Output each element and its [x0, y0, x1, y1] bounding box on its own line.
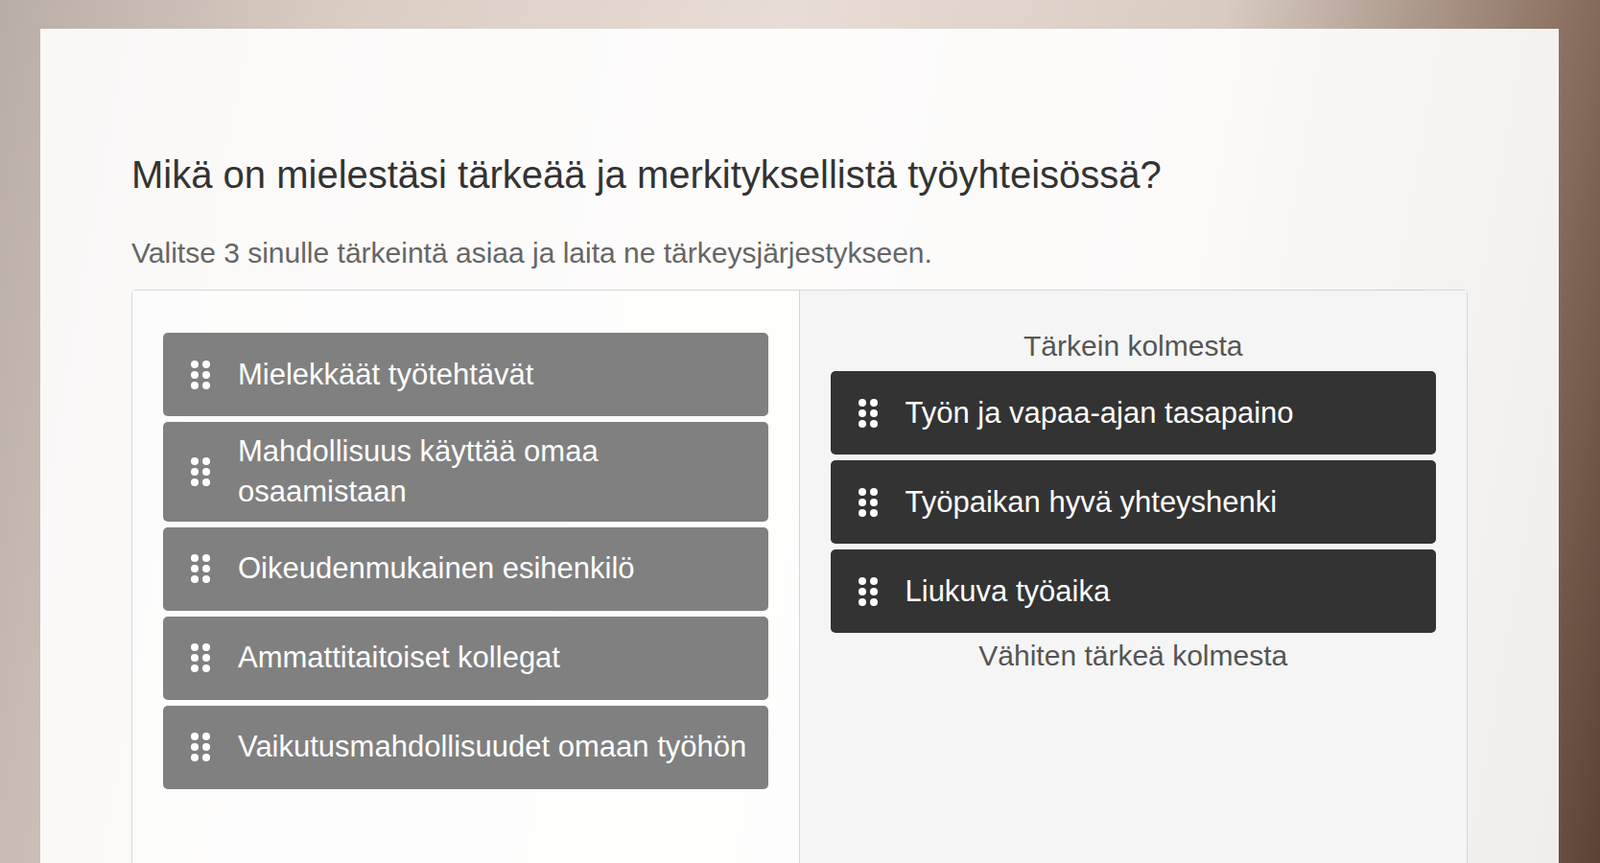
option-label: Vaikutusmahdollisuudet omaan työhön	[237, 727, 747, 768]
bottom-label: Vähiten tärkeä kolmesta	[830, 638, 1437, 674]
background-photo: Mikä on mielestäsi tärkeää ja merkitykse…	[0, 0, 1600, 863]
drag-handle-icon[interactable]	[189, 553, 212, 585]
ranking-widget: Mielekkäät työtehtävät Mahdollisuus käytt…	[131, 289, 1468, 863]
drag-handle-icon[interactable]	[857, 398, 879, 429]
drag-handle-icon[interactable]	[189, 359, 212, 391]
option-label: Liukuva työaika	[905, 571, 1111, 612]
drag-handle-icon[interactable]	[189, 456, 212, 488]
option-item[interactable]: Liukuva työaika	[830, 549, 1437, 634]
option-label: Oikeudenmukainen esihenkilö	[237, 548, 636, 589]
option-label: Työn ja vapaa-ajan tasapaino	[905, 393, 1295, 434]
question-card: Mikä on mielestäsi tärkeää ja merkitykse…	[40, 28, 1559, 863]
option-item[interactable]: Oikeudenmukainen esihenkilö	[163, 527, 769, 612]
drag-handle-icon[interactable]	[189, 731, 212, 763]
option-label: Työpaikan hyvä yhteyshenki	[905, 482, 1278, 523]
available-list: Mielekkäät työtehtävät Mahdollisuus käytt…	[132, 290, 800, 863]
ranked-list: Tärkein kolmesta Työn ja vapaa-ajan tasa…	[800, 290, 1468, 863]
option-item[interactable]: Työn ja vapaa-ajan tasapaino	[830, 371, 1437, 455]
question-instruction: Valitse 3 sinulle tärkeintä asiaa ja lai…	[131, 235, 1468, 271]
option-label: Ammattitaitoiset kollegat	[237, 637, 561, 679]
drag-handle-icon[interactable]	[857, 487, 879, 518]
option-item[interactable]: Mielekkäät työtehtävät	[163, 332, 769, 417]
option-item[interactable]: Työpaikan hyvä yhteyshenki	[830, 460, 1437, 544]
option-item[interactable]: Ammattitaitoiset kollegat	[163, 616, 769, 701]
option-item[interactable]: Mahdollisuus käyttää omaa osaamistaan	[163, 422, 769, 522]
option-label: Mielekkäät työtehtävät	[237, 354, 534, 396]
option-label: Mahdollisuus käyttää omaa osaamistaan	[237, 431, 750, 513]
top-label: Tärkein kolmesta	[830, 329, 1437, 364]
option-item[interactable]: Vaikutusmahdollisuudet omaan työhön	[163, 705, 769, 790]
question-title: Mikä on mielestäsi tärkeää ja merkitykse…	[131, 151, 1468, 198]
drag-handle-icon[interactable]	[857, 576, 879, 608]
drag-handle-icon[interactable]	[189, 642, 212, 674]
